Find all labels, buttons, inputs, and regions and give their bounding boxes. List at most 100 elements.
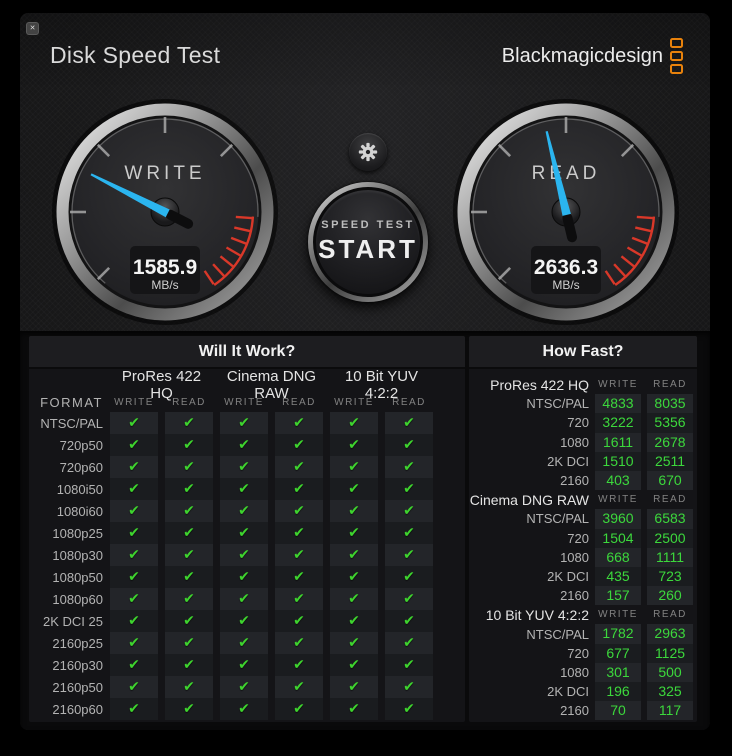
speed-value-cell: 668 (595, 547, 641, 567)
format-label: NTSC/PAL (526, 511, 589, 527)
results-section: Will It Work? ProRes 422 HQ Cinema DNG R… (20, 331, 710, 730)
check-icon: ✔ (128, 569, 140, 585)
will-it-work-title: Will It Work? (29, 336, 465, 369)
check-cell: ✔ (275, 566, 323, 588)
check-cell: ✔ (220, 588, 268, 610)
check-icon: ✔ (183, 679, 195, 695)
format-row: 1080p30 ✔ ✔ ✔ ✔ ✔ ✔ (29, 544, 465, 566)
check-icon: ✔ (403, 503, 415, 519)
check-icon: ✔ (128, 657, 140, 673)
speed-row: 1080 1611 2678 (469, 432, 697, 452)
check-cell: ✔ (385, 478, 433, 500)
check-cell: ✔ (385, 434, 433, 456)
check-cell: ✔ (330, 698, 378, 720)
format-row: 2160p25 ✔ ✔ ✔ ✔ ✔ ✔ (29, 632, 465, 654)
check-icon: ✔ (403, 679, 415, 695)
check-cell: ✔ (385, 698, 433, 720)
check-icon: ✔ (403, 415, 415, 431)
check-icon: ✔ (403, 591, 415, 607)
speed-row: 720 1504 2500 (469, 528, 697, 548)
start-button-subtitle: SPEED TEST (321, 219, 415, 231)
check-cell: ✔ (165, 544, 213, 566)
check-cell: ✔ (220, 676, 268, 698)
check-icon: ✔ (238, 459, 250, 475)
check-icon: ✔ (128, 503, 140, 519)
codec-section-header: ProRes 422 HQ WRITE READ (469, 375, 697, 394)
check-icon: ✔ (183, 657, 195, 673)
read-gauge: READ 2636.3 MB/s (453, 99, 679, 325)
check-cell: ✔ (385, 610, 433, 632)
check-icon: ✔ (348, 635, 360, 651)
check-cell: ✔ (165, 500, 213, 522)
check-icon: ✔ (128, 591, 140, 607)
read-speed-unit: MB/s (552, 278, 579, 292)
check-cell: ✔ (275, 412, 323, 434)
check-icon: ✔ (183, 591, 195, 607)
check-cell: ✔ (110, 522, 158, 544)
check-icon: ✔ (348, 613, 360, 629)
check-icon: ✔ (238, 525, 250, 541)
check-icon: ✔ (403, 701, 415, 717)
check-cell: ✔ (275, 544, 323, 566)
check-cell: ✔ (330, 522, 378, 544)
speed-value-cell: 4833 (595, 394, 641, 414)
speed-value-cell: 260 (647, 586, 693, 606)
write-speed-unit: MB/s (151, 278, 178, 292)
check-cell: ✔ (110, 544, 158, 566)
speed-row: 2K DCI 196 325 (469, 682, 697, 702)
check-cell: ✔ (330, 544, 378, 566)
settings-button[interactable] (349, 133, 387, 171)
check-cell: ✔ (165, 566, 213, 588)
start-button[interactable]: SPEED TEST START (308, 182, 428, 302)
check-icon: ✔ (348, 459, 360, 475)
check-icon: ✔ (348, 437, 360, 453)
check-icon: ✔ (293, 503, 305, 519)
check-cell: ✔ (110, 566, 158, 588)
check-icon: ✔ (348, 591, 360, 607)
format-label: 720 (567, 530, 589, 546)
check-cell: ✔ (385, 544, 433, 566)
speed-value-cell: 301 (595, 662, 641, 682)
check-icon: ✔ (183, 481, 195, 497)
check-cell: ✔ (330, 632, 378, 654)
check-cell: ✔ (220, 500, 268, 522)
brand-logo: Blackmagicdesign (502, 37, 683, 75)
check-cell: ✔ (110, 676, 158, 698)
check-cell: ✔ (385, 566, 433, 588)
speed-row: 2160 157 260 (469, 586, 697, 606)
speed-row: 720 3222 5356 (469, 413, 697, 433)
check-icon: ✔ (183, 503, 195, 519)
format-row: 720p60 ✔ ✔ ✔ ✔ ✔ ✔ (29, 456, 465, 478)
codec-label: Cinema DNG RAW (469, 491, 589, 508)
write-gauge: WRITE 1585.9 MB/s (52, 99, 278, 325)
format-label: 1080i60 (56, 503, 103, 519)
check-cell: ✔ (275, 610, 323, 632)
check-icon: ✔ (183, 415, 195, 431)
check-cell: ✔ (110, 412, 158, 434)
format-label: 1080 (560, 549, 589, 565)
format-label: 1080i50 (56, 481, 103, 497)
check-cell: ✔ (220, 544, 268, 566)
check-icon: ✔ (128, 635, 140, 651)
speed-value-cell: 1125 (647, 643, 693, 663)
check-icon: ✔ (183, 613, 195, 629)
format-label: NTSC/PAL (526, 396, 589, 412)
check-icon: ✔ (348, 503, 360, 519)
format-column-header: FORMAT (40, 395, 103, 410)
speed-row: NTSC/PAL 4833 8035 (469, 394, 697, 414)
check-cell: ✔ (330, 478, 378, 500)
speed-column-header: WRITE (598, 379, 638, 390)
close-button[interactable]: ✕ (26, 22, 39, 35)
speed-value-cell: 117 (647, 701, 693, 721)
check-cell: ✔ (385, 654, 433, 676)
speed-value-cell: 5356 (647, 413, 693, 433)
speed-row: NTSC/PAL 3960 6583 (469, 509, 697, 529)
format-row: NTSC/PAL ✔ ✔ ✔ ✔ ✔ ✔ (29, 412, 465, 434)
format-label: 2160 (560, 703, 589, 719)
speed-value-cell: 2678 (647, 432, 693, 452)
format-label: 2K DCI (547, 684, 589, 700)
check-cell: ✔ (220, 566, 268, 588)
check-icon: ✔ (238, 701, 250, 717)
check-icon: ✔ (183, 525, 195, 541)
format-row: 2160p60 ✔ ✔ ✔ ✔ ✔ ✔ (29, 698, 465, 720)
